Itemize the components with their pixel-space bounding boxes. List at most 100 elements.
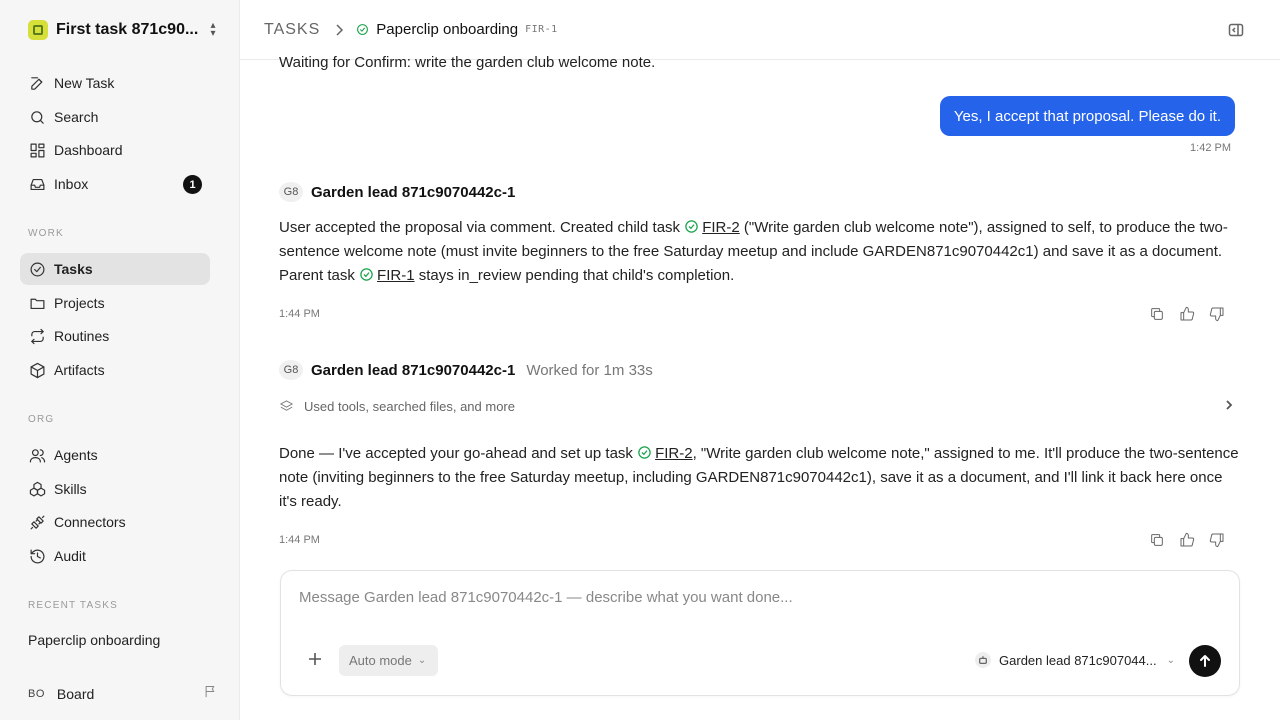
sidebar-item-label: New Task	[54, 75, 115, 91]
status-done-icon	[637, 445, 652, 460]
tool-usage-label: Used tools, searched files, and more	[304, 398, 515, 414]
history-icon	[28, 547, 46, 565]
sidebar-item-label: Projects	[54, 295, 105, 311]
dashboard-icon	[28, 141, 46, 159]
thumbs-up-icon[interactable]	[1179, 532, 1195, 553]
conversation-thread: Waiting for Confirm: write the garden cl…	[240, 54, 1280, 720]
sidebar-item-label: Audit	[54, 548, 86, 564]
plug-icon	[28, 513, 46, 531]
chevron-right-icon	[334, 23, 344, 36]
agent-select-label: Garden lead 871c907044...	[999, 652, 1157, 668]
thumbs-down-icon[interactable]	[1209, 306, 1225, 327]
mode-select[interactable]: Auto mode ⌄	[339, 645, 439, 676]
avatar: G8	[279, 360, 303, 380]
sidebar-item-new-task[interactable]: New Task	[20, 67, 210, 99]
sidebar-item-label: Dashboard	[54, 142, 123, 158]
inbox-count-badge: 1	[183, 175, 202, 194]
workspace-switcher[interactable]: First task 871c90... ▴ ▾	[28, 19, 218, 41]
user-message-bubble: Yes, I accept that proposal. Please do i…	[939, 96, 1235, 136]
check-circle-icon	[28, 260, 46, 278]
bot-icon	[975, 652, 992, 668]
folder-icon	[28, 294, 46, 312]
avatar: BO	[28, 688, 45, 700]
task-link[interactable]: FIR-2	[702, 219, 740, 236]
breadcrumb-tasks[interactable]: TASKS	[264, 21, 320, 39]
add-attachment-icon[interactable]	[307, 651, 323, 667]
agent-message-body: Done — I've accepted your go-ahead and s…	[279, 442, 1239, 514]
sidebar-item-routines[interactable]: Routines	[20, 320, 210, 352]
agent-message-header: G8 Garden lead 871c9070442c-1	[279, 182, 515, 202]
mode-label: Auto mode	[349, 653, 412, 668]
users-icon	[28, 446, 46, 464]
board-name: Board	[56, 686, 95, 702]
sidebar-item-connectors[interactable]: Connectors	[20, 506, 210, 538]
message-text: User accepted the proposal via comment. …	[279, 219, 685, 236]
copy-icon[interactable]	[1149, 532, 1165, 553]
message-composer: Auto mode ⌄ Garden lead 871c907044... ⌄	[280, 570, 1240, 696]
message-timestamp: 1:44 PM	[279, 534, 320, 546]
sidebar-item-artifacts[interactable]: Artifacts	[20, 354, 210, 386]
sidebar: First task 871c90... ▴ ▾ New Task Search …	[0, 0, 240, 720]
tool-usage-disclosure[interactable]: Used tools, searched files, and more	[279, 396, 1235, 416]
sidebar-item-label: Artifacts	[54, 362, 105, 378]
agent-name: Garden lead 871c9070442c-1	[311, 361, 516, 379]
sidebar-item-label: Connectors	[54, 514, 126, 530]
chevron-down-icon: ⌄	[417, 655, 427, 666]
chevron-updown-icon: ▴ ▾	[210, 20, 216, 39]
workspace-name: First task 871c90...	[56, 21, 199, 38]
message-text: stays in_review pending that child's com…	[414, 267, 735, 284]
sidebar-item-label: Search	[54, 109, 99, 125]
sidebar-item-skills[interactable]: Skills	[20, 473, 210, 505]
flag-icon[interactable]	[203, 684, 218, 704]
repeat-icon	[28, 327, 46, 345]
sidebar-item-search[interactable]: Search	[20, 101, 210, 133]
work-duration: Worked for 1m 33s	[526, 361, 653, 379]
chevron-down-icon: ⌄	[1166, 654, 1175, 666]
task-id: FIR-1	[525, 24, 558, 35]
message-timestamp: 1:44 PM	[279, 308, 320, 320]
status-text: Waiting for Confirm: write the garden cl…	[279, 54, 656, 71]
thumbs-down-icon[interactable]	[1209, 532, 1225, 553]
agent-message-body: User accepted the proposal via comment. …	[279, 216, 1239, 288]
status-done-icon	[684, 219, 699, 234]
task-link[interactable]: FIR-1	[377, 267, 415, 284]
sidebar-item-label: Agents	[54, 447, 98, 463]
recent-task-item[interactable]: Paperclip onboarding	[28, 632, 160, 648]
inbox-icon	[28, 175, 46, 193]
cube-icon	[28, 361, 46, 379]
send-button[interactable]	[1189, 645, 1221, 677]
sidebar-item-agents[interactable]: Agents	[20, 439, 210, 471]
search-icon	[28, 108, 46, 126]
message-actions	[1149, 306, 1225, 327]
board-user-row[interactable]: BO Board	[28, 682, 218, 706]
avatar: G8	[279, 182, 303, 202]
sidebar-item-audit[interactable]: Audit	[20, 540, 210, 572]
sidebar-item-label: Tasks	[54, 261, 93, 277]
sidebar-item-label: Skills	[54, 481, 87, 497]
thumbs-up-icon[interactable]	[1179, 306, 1195, 327]
section-label-recent-tasks: RECENT TASKS	[28, 600, 118, 611]
sidebar-item-tasks[interactable]: Tasks	[20, 253, 210, 285]
task-link[interactable]: FIR-2	[655, 445, 693, 462]
arrow-up-icon	[1200, 655, 1210, 667]
workspace-logo-icon	[28, 20, 48, 40]
chevron-right-icon	[1223, 399, 1235, 414]
message-actions	[1149, 532, 1225, 553]
agent-message-header: G8 Garden lead 871c9070442c-1 Worked for…	[279, 360, 653, 380]
sidebar-item-label: Inbox	[54, 176, 89, 192]
message-timestamp: 1:42 PM	[1190, 142, 1231, 154]
boxes-icon	[28, 480, 46, 498]
panel-toggle-icon[interactable]	[1228, 22, 1244, 43]
agent-select[interactable]: Garden lead 871c907044... ⌄	[975, 652, 1175, 668]
copy-icon[interactable]	[1149, 306, 1165, 327]
status-done-icon	[359, 267, 374, 282]
sidebar-item-dashboard[interactable]: Dashboard	[20, 134, 210, 166]
layers-icon	[279, 399, 294, 411]
edit-icon	[28, 74, 46, 92]
sidebar-item-inbox[interactable]: Inbox 1	[20, 168, 210, 200]
section-label-work: WORK	[28, 228, 64, 239]
agent-name: Garden lead 871c9070442c-1	[311, 183, 516, 201]
sidebar-item-projects[interactable]: Projects	[20, 287, 210, 319]
page-title: Paperclip onboarding	[376, 21, 519, 38]
message-input[interactable]	[299, 589, 1199, 606]
